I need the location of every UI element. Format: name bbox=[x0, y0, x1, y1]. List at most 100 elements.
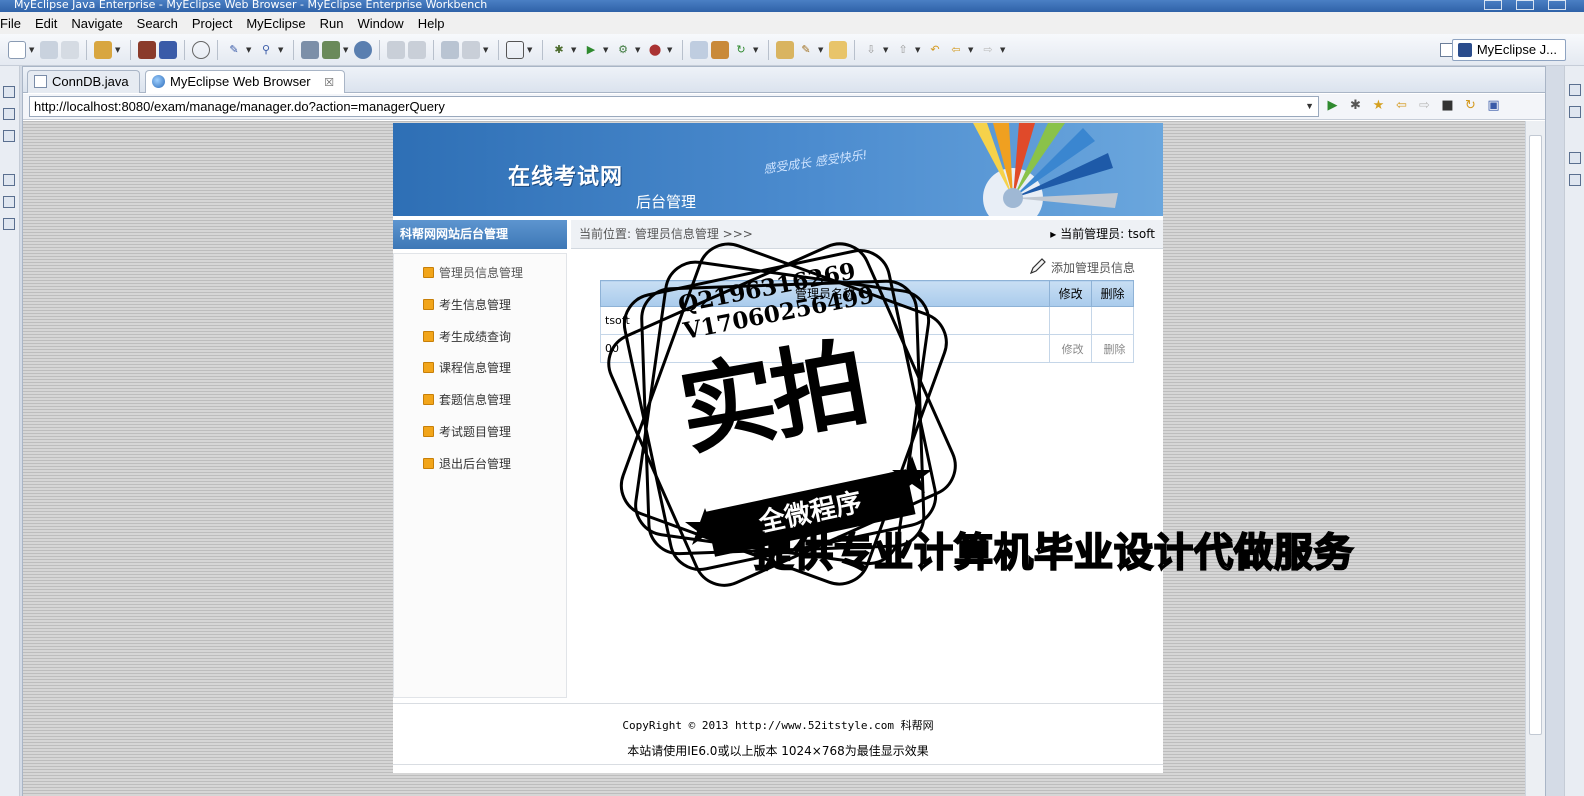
go-icon[interactable]: ▶ bbox=[1325, 98, 1340, 113]
last-edit-icon[interactable]: ↶ bbox=[926, 41, 944, 59]
minimize-icon[interactable] bbox=[1484, 0, 1502, 10]
menu-navigate[interactable]: Navigate bbox=[64, 16, 129, 31]
new-class-icon[interactable] bbox=[690, 40, 708, 59]
next-annotation-icon[interactable]: ⇩ bbox=[862, 41, 880, 59]
restore-icon[interactable] bbox=[3, 86, 15, 98]
sidebar-item-logout[interactable]: 退出后台管理 bbox=[423, 455, 511, 473]
menu-edit[interactable]: Edit bbox=[28, 16, 64, 31]
refresh-dropdown-icon[interactable]: ▼ bbox=[753, 46, 761, 54]
url-input[interactable]: http://localhost:8080/exam/manage/manage… bbox=[29, 96, 1319, 117]
menu-project[interactable]: Project bbox=[185, 16, 239, 31]
tab-web-browser[interactable]: MyEclipse Web Browser ☒ bbox=[145, 70, 346, 93]
maximize-icon[interactable] bbox=[1516, 0, 1534, 10]
hierarchy-view-icon[interactable] bbox=[3, 130, 15, 142]
debug-dropdown-icon[interactable]: ▼ bbox=[571, 46, 579, 54]
close-icon[interactable] bbox=[1548, 0, 1566, 10]
search-icon[interactable]: ⚲ bbox=[257, 41, 275, 59]
pencil-dropdown-icon[interactable]: ▼ bbox=[818, 46, 826, 54]
refresh-icon[interactable] bbox=[408, 40, 426, 59]
outline-view-icon[interactable] bbox=[1569, 106, 1581, 118]
profile-icon[interactable]: ⬤ bbox=[646, 41, 664, 59]
close-tab-icon[interactable]: ☒ bbox=[324, 77, 334, 89]
perspective-button[interactable]: MyEclipse J... bbox=[1451, 39, 1566, 61]
run-dropdown-icon[interactable]: ▼ bbox=[603, 46, 611, 54]
screenshot-dropdown-icon[interactable]: ▼ bbox=[527, 46, 535, 54]
preview-icon[interactable]: ▣ bbox=[1486, 98, 1501, 113]
external-tools-icon[interactable]: ⚙ bbox=[614, 41, 632, 59]
restore-icon[interactable] bbox=[3, 174, 15, 186]
refresh-green-icon[interactable]: ↻ bbox=[732, 41, 750, 59]
delete-link[interactable]: 删除 bbox=[1091, 334, 1134, 363]
toolbar-separator bbox=[433, 39, 434, 60]
sidebar-item-course-info[interactable]: 课程信息管理 bbox=[423, 359, 511, 377]
open-folder-icon[interactable] bbox=[387, 40, 405, 59]
forward-icon[interactable]: ⇨ bbox=[979, 41, 997, 59]
stop-icon[interactable]: ■ bbox=[1440, 98, 1455, 113]
debug-icon[interactable]: ✱ bbox=[550, 41, 568, 59]
grid-icon[interactable] bbox=[441, 40, 459, 59]
deploy-icon[interactable] bbox=[138, 40, 156, 59]
palette-view-icon[interactable] bbox=[3, 218, 15, 230]
new-icon[interactable] bbox=[8, 40, 26, 59]
hierarchy-icon[interactable] bbox=[301, 40, 319, 59]
profile-dropdown-icon[interactable]: ▼ bbox=[667, 46, 675, 54]
menu-file[interactable]: File bbox=[0, 16, 28, 31]
browser-icon[interactable] bbox=[192, 40, 210, 59]
new-dropdown-icon[interactable]: ▼ bbox=[29, 46, 37, 54]
package-icon[interactable] bbox=[711, 40, 729, 59]
palette-dropdown-icon[interactable]: ▼ bbox=[483, 46, 491, 54]
next-annotation-dropdown-icon[interactable]: ▼ bbox=[883, 46, 891, 54]
outline-icon[interactable] bbox=[322, 40, 340, 59]
run-icon[interactable]: ▶ bbox=[582, 41, 600, 59]
restore-icon[interactable] bbox=[1569, 84, 1581, 96]
back-dropdown-icon[interactable]: ▼ bbox=[968, 46, 976, 54]
settings-icon[interactable]: ✱ bbox=[1348, 98, 1363, 113]
print-icon[interactable] bbox=[61, 40, 79, 59]
sidebar-item-student-info[interactable]: 考生信息管理 bbox=[423, 296, 511, 314]
search-dropdown-icon[interactable]: ▼ bbox=[278, 46, 286, 54]
package-explorer-icon[interactable] bbox=[3, 108, 15, 120]
delete-link[interactable] bbox=[1091, 306, 1134, 335]
sidebar-item-score-query[interactable]: 考生成绩查询 bbox=[423, 328, 511, 346]
project-dropdown-icon[interactable]: ▼ bbox=[115, 46, 123, 54]
pencil-icon[interactable]: ✎ bbox=[797, 41, 815, 59]
back-icon[interactable]: ⇦ bbox=[1394, 98, 1409, 113]
palette-icon[interactable] bbox=[462, 40, 480, 59]
wizard-icon[interactable]: ✎ bbox=[225, 41, 243, 59]
wizard-dropdown-icon[interactable]: ▼ bbox=[246, 46, 254, 54]
console-view-icon[interactable] bbox=[1569, 174, 1581, 186]
edit-link[interactable]: 修改 bbox=[1049, 334, 1093, 363]
url-dropdown-icon[interactable]: ▼ bbox=[1305, 97, 1314, 116]
prev-annotation-dropdown-icon[interactable]: ▼ bbox=[915, 46, 923, 54]
add-admin-link[interactable]: 添加管理员信息 bbox=[1029, 258, 1135, 276]
menu-window[interactable]: Window bbox=[350, 16, 410, 31]
favorites-icon[interactable]: ★ bbox=[1371, 98, 1386, 113]
screenshot-icon[interactable] bbox=[506, 40, 524, 59]
server-icon[interactable] bbox=[159, 40, 177, 59]
menu-search[interactable]: Search bbox=[130, 16, 185, 31]
external-tools-dropdown-icon[interactable]: ▼ bbox=[635, 46, 643, 54]
sidebar-item-admin-info[interactable]: 管理员信息管理 bbox=[423, 264, 523, 282]
outline-dropdown-icon[interactable]: ▼ bbox=[343, 46, 351, 54]
tab-conndb-java[interactable]: ConnDB.java bbox=[27, 70, 140, 93]
sidebar-item-questions[interactable]: 考试题目管理 bbox=[423, 423, 511, 441]
menu-run[interactable]: Run bbox=[313, 16, 351, 31]
restore-icon[interactable] bbox=[1569, 152, 1581, 164]
refresh-icon[interactable]: ↻ bbox=[1463, 98, 1478, 113]
scrollbar-thumb[interactable] bbox=[1529, 135, 1542, 735]
forward-icon[interactable]: ⇨ bbox=[1417, 98, 1432, 113]
back-icon[interactable]: ⇦ bbox=[947, 41, 965, 59]
project-icon[interactable] bbox=[94, 40, 112, 59]
menu-myeclipse[interactable]: MyEclipse bbox=[239, 16, 312, 31]
open-type-icon[interactable] bbox=[776, 40, 794, 59]
globe-icon[interactable] bbox=[354, 40, 372, 59]
sidebar-item-paper-set[interactable]: 套题信息管理 bbox=[423, 391, 511, 409]
save-icon[interactable] bbox=[40, 40, 58, 59]
folder-icon[interactable] bbox=[829, 40, 847, 59]
vertical-scrollbar[interactable] bbox=[1525, 121, 1545, 796]
menu-help[interactable]: Help bbox=[411, 16, 452, 31]
prev-annotation-icon[interactable]: ⇧ bbox=[894, 41, 912, 59]
forward-dropdown-icon[interactable]: ▼ bbox=[1000, 46, 1008, 54]
edit-link[interactable] bbox=[1049, 306, 1093, 335]
image-view-icon[interactable] bbox=[3, 196, 15, 208]
